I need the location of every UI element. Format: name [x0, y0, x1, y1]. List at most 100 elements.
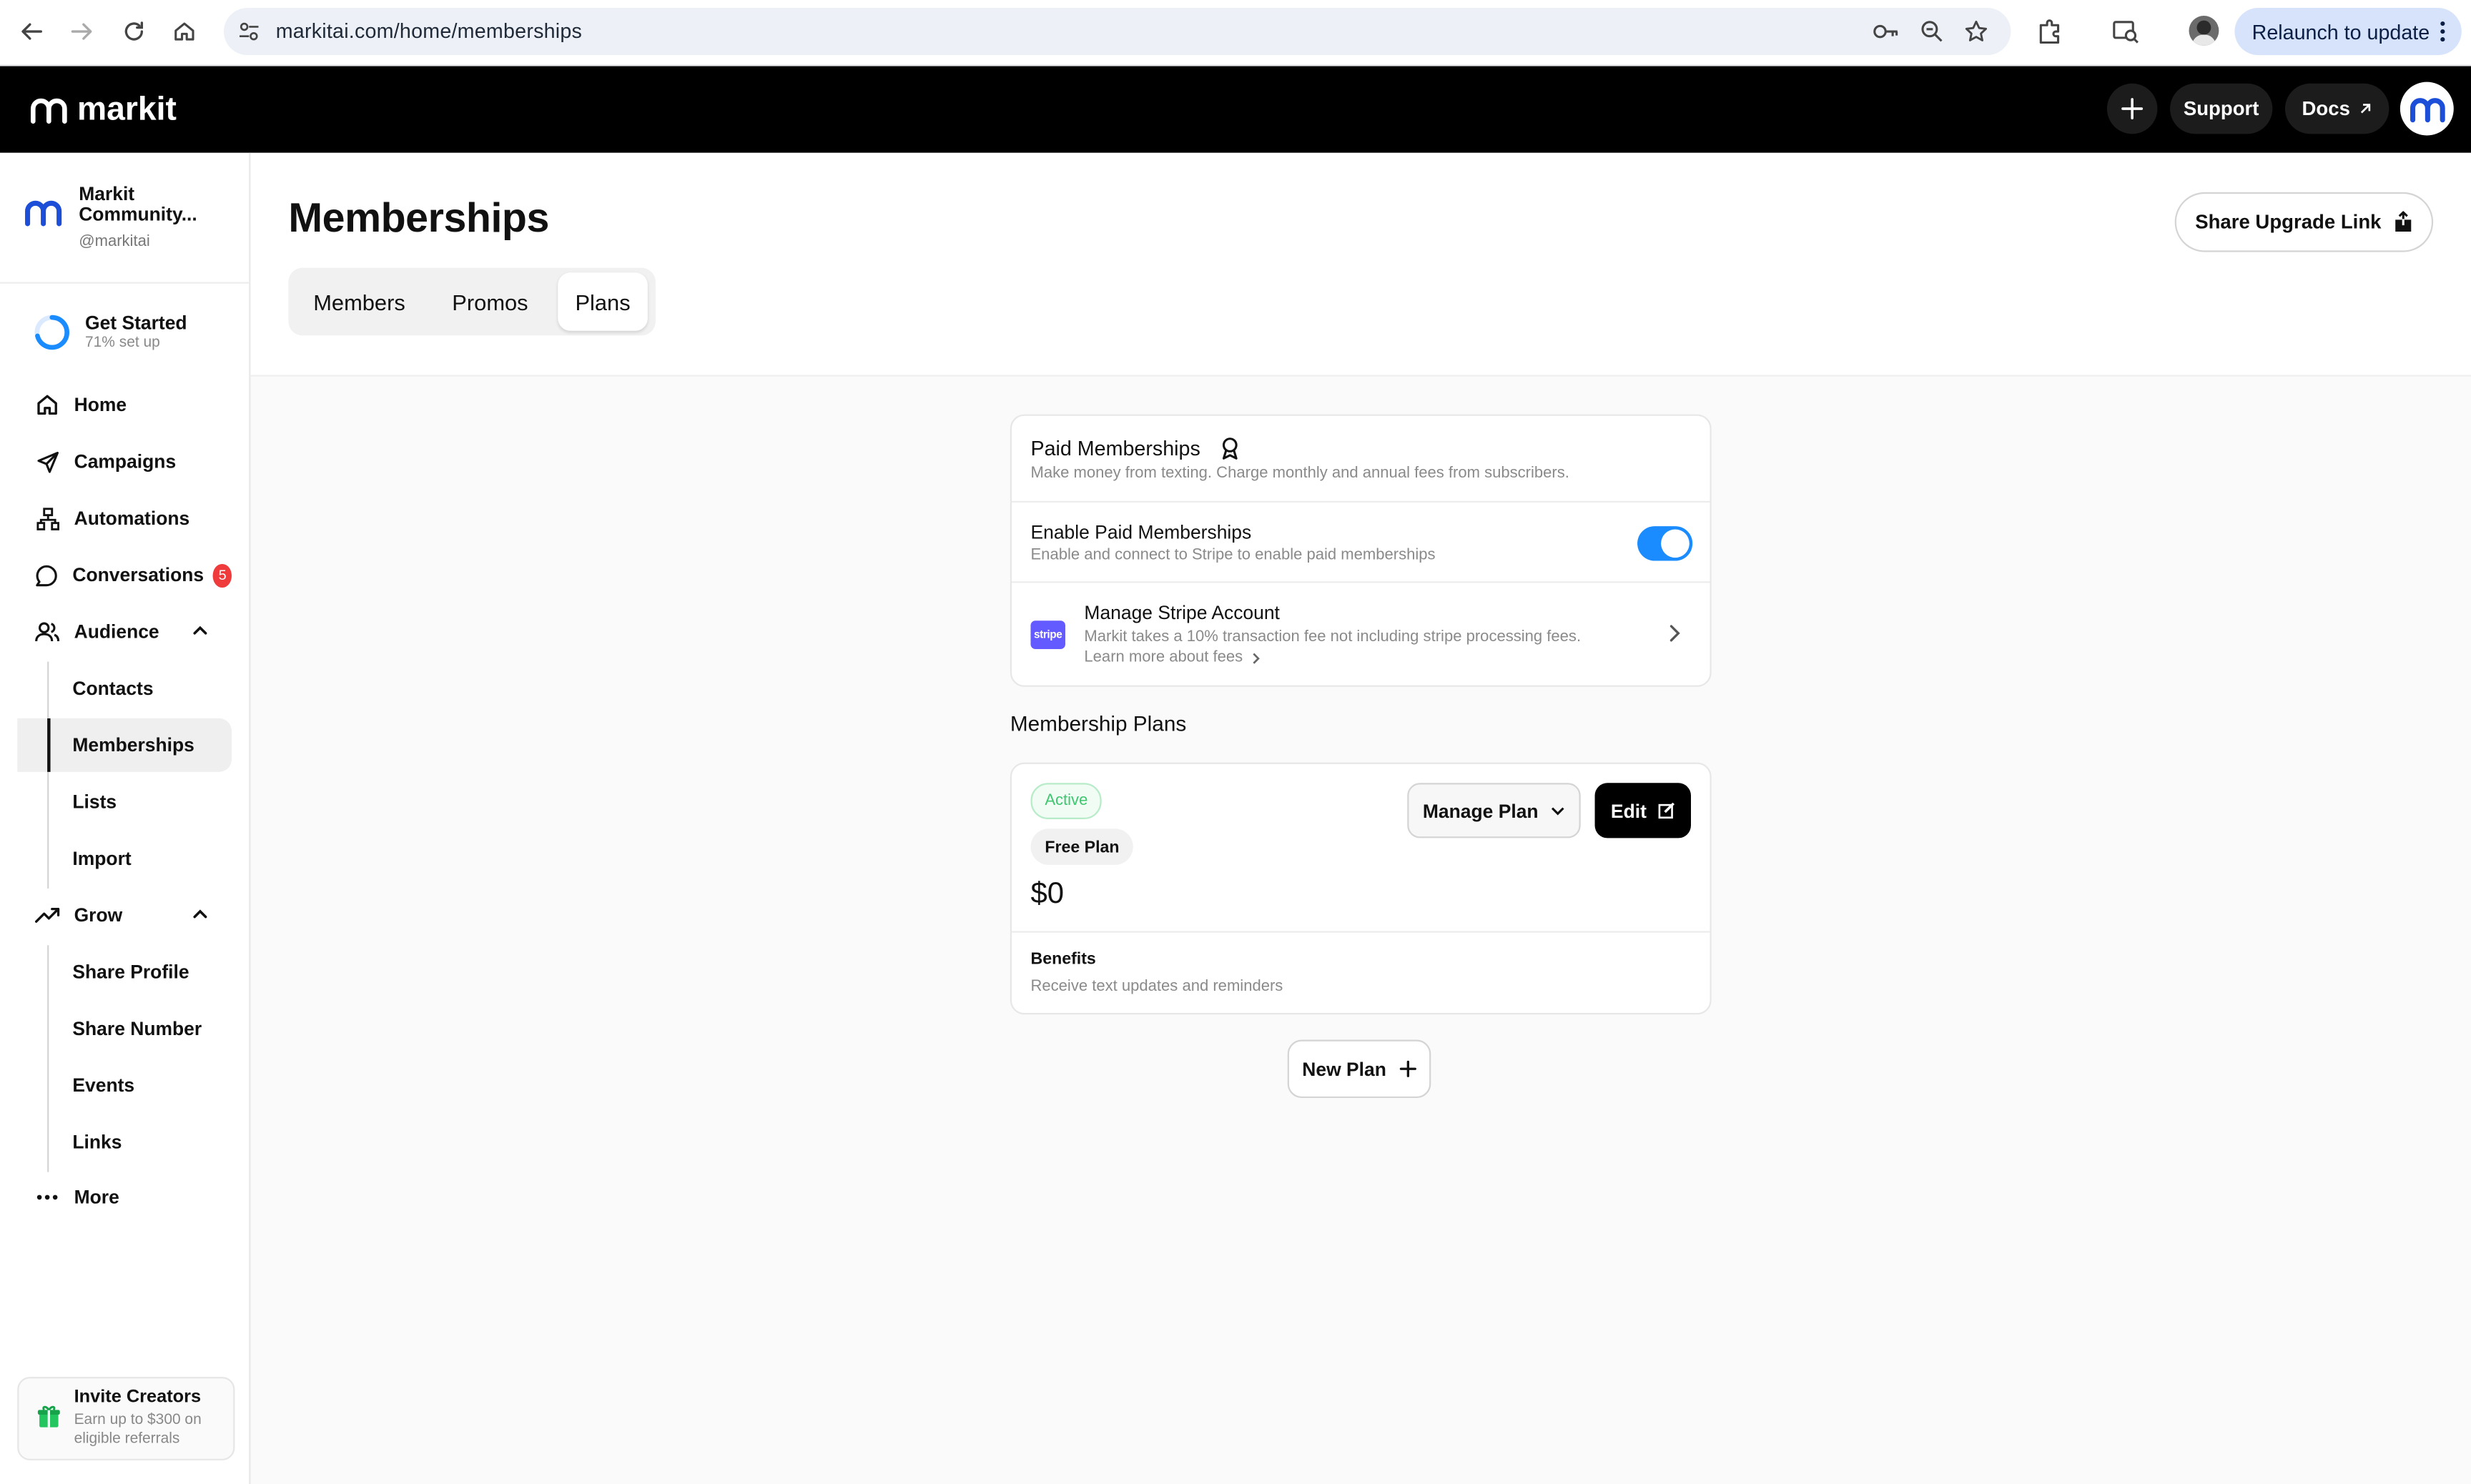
- share-icon: [2395, 211, 2412, 232]
- nav-events[interactable]: Events: [47, 1059, 232, 1112]
- divider: [0, 282, 250, 284]
- invite-title: Invite Creators: [74, 1387, 202, 1407]
- nav-automations[interactable]: Automations: [17, 492, 232, 545]
- gift-icon: [37, 1405, 60, 1428]
- docs-button[interactable]: Docs: [2284, 83, 2389, 134]
- edit-plan-button[interactable]: Edit: [1594, 783, 1691, 839]
- learn-more-link[interactable]: Learn more about fees: [1084, 649, 1260, 666]
- kebab-menu-icon: [2440, 21, 2446, 43]
- nav-campaigns[interactable]: Campaigns: [17, 435, 232, 488]
- extensions-icon[interactable]: [2036, 17, 2065, 46]
- nav-more[interactable]: More: [17, 1170, 232, 1224]
- brand-name: markit: [77, 91, 177, 128]
- plan-card: Active Free Plan $0 Manage Plan Edit Ben…: [1010, 762, 1712, 1015]
- create-button[interactable]: [2106, 83, 2158, 134]
- nav-lists[interactable]: Lists: [47, 775, 232, 828]
- enable-paid-toggle[interactable]: [1637, 526, 1693, 561]
- nav-share-profile[interactable]: Share Profile: [47, 945, 232, 999]
- invite-subtitle: Earn up to $300 on eligible referrals: [74, 1411, 202, 1448]
- site-settings-icon[interactable]: [238, 21, 260, 43]
- org-handle: @markitai: [79, 233, 150, 251]
- bookmark-star-icon[interactable]: [1963, 19, 1988, 44]
- nav-audience-label: Audience: [74, 620, 159, 643]
- send-icon: [34, 449, 59, 474]
- enable-paid-subtitle: Enable and connect to Stripe to enable p…: [1030, 546, 1436, 564]
- share-upgrade-link-button[interactable]: Share Upgrade Link: [2174, 192, 2434, 252]
- page-title: Memberships: [288, 194, 549, 242]
- chevron-right-icon: [1252, 652, 1260, 663]
- tab-search-icon[interactable]: [2111, 17, 2140, 46]
- divider: [1012, 931, 1710, 933]
- org-name[interactable]: Markit Community...: [79, 184, 228, 225]
- plus-icon: [1399, 1060, 1416, 1077]
- brand-logo[interactable]: markit: [29, 91, 177, 129]
- manage-plan-button[interactable]: Manage Plan: [1407, 783, 1581, 839]
- relaunch-button[interactable]: Relaunch to update: [2234, 8, 2462, 56]
- status-badge: Active: [1030, 783, 1103, 819]
- password-key-icon[interactable]: [1872, 21, 1900, 43]
- get-started-item[interactable]: Get Started 71% set up: [17, 306, 232, 360]
- divider: [1012, 500, 1710, 503]
- paid-memberships-title: Paid Memberships: [1030, 436, 1200, 460]
- profile-avatar[interactable]: [2189, 16, 2219, 46]
- nav-contacts[interactable]: Contacts: [47, 662, 232, 716]
- flow-icon: [34, 505, 59, 530]
- new-plan-label: New Plan: [1302, 1057, 1386, 1080]
- chevron-up-icon[interactable]: [191, 620, 209, 639]
- edit-pencil-icon: [1658, 802, 1675, 819]
- benefits-text: Receive text updates and reminders: [1030, 978, 1283, 996]
- account-avatar[interactable]: [2400, 81, 2454, 136]
- stripe-logo: stripe: [1030, 620, 1065, 649]
- tab-promos[interactable]: Promos: [430, 272, 551, 331]
- manage-stripe-title[interactable]: Manage Stripe Account: [1084, 602, 1279, 624]
- support-button[interactable]: Support: [2170, 83, 2273, 134]
- tab-members[interactable]: Members: [295, 272, 424, 331]
- markit-logo-icon: [30, 98, 67, 124]
- nav-home[interactable]: Home: [17, 378, 232, 432]
- share-upgrade-link-label: Share Upgrade Link: [2195, 211, 2382, 234]
- nav-links[interactable]: Links: [47, 1115, 232, 1169]
- nav-share-number[interactable]: Share Number: [47, 1002, 232, 1056]
- page-header: Memberships Members Promos Plans Share U…: [250, 152, 2471, 377]
- membership-plans-title: Membership Plans: [1010, 712, 1187, 736]
- invite-creators-card[interactable]: Invite Creators Earn up to $300 on eligi…: [17, 1377, 235, 1460]
- org-logo-icon[interactable]: [22, 199, 63, 227]
- markit-logo-icon: [2410, 97, 2445, 122]
- address-bar[interactable]: markitai.com/home/memberships: [223, 8, 2011, 56]
- support-label: Support: [2183, 97, 2259, 120]
- home-icon[interactable]: [167, 14, 202, 49]
- more-dots-icon: [34, 1184, 59, 1210]
- enable-paid-title: Enable Paid Memberships: [1030, 521, 1252, 544]
- external-link-icon: [2361, 104, 2371, 114]
- back-arrow-icon[interactable]: [14, 14, 49, 49]
- nav-conversations-label: Conversations: [72, 563, 204, 586]
- plan-price: $0: [1030, 877, 1065, 911]
- chevron-right-icon[interactable]: [1667, 624, 1682, 643]
- users-icon: [34, 619, 60, 644]
- reload-icon[interactable]: [117, 14, 151, 49]
- edit-label: Edit: [1610, 799, 1647, 822]
- chevron-up-icon[interactable]: [191, 904, 209, 923]
- new-plan-button[interactable]: New Plan: [1287, 1039, 1431, 1099]
- home-icon: [34, 392, 59, 417]
- url-text[interactable]: markitai.com/home/memberships: [276, 19, 582, 42]
- get-started-progress: 71% set up: [85, 334, 160, 352]
- browser-toolbar: markitai.com/home/memberships Relaunch t…: [0, 0, 2471, 66]
- divider: [1012, 581, 1710, 583]
- nav-more-label: More: [74, 1186, 119, 1209]
- plus-icon: [2121, 98, 2144, 120]
- app-header: markit Support Docs: [0, 66, 2471, 153]
- unread-badge: 5: [213, 563, 232, 587]
- tab-plans[interactable]: Plans: [558, 272, 648, 331]
- manage-plan-label: Manage Plan: [1422, 799, 1539, 822]
- paid-memberships-subtitle: Make money from texting. Charge monthly …: [1030, 465, 1569, 483]
- chevron-down-icon: [1552, 806, 1564, 815]
- forward-arrow-icon[interactable]: [64, 14, 99, 49]
- nav-grow[interactable]: Grow: [17, 889, 232, 942]
- nav-campaigns-label: Campaigns: [74, 450, 177, 473]
- nav-audience[interactable]: Audience: [17, 605, 232, 658]
- nav-home-label: Home: [74, 393, 127, 416]
- nav-import[interactable]: Import: [47, 832, 232, 886]
- nav-conversations[interactable]: Conversations 5: [17, 548, 232, 602]
- zoom-icon[interactable]: [1920, 19, 1945, 44]
